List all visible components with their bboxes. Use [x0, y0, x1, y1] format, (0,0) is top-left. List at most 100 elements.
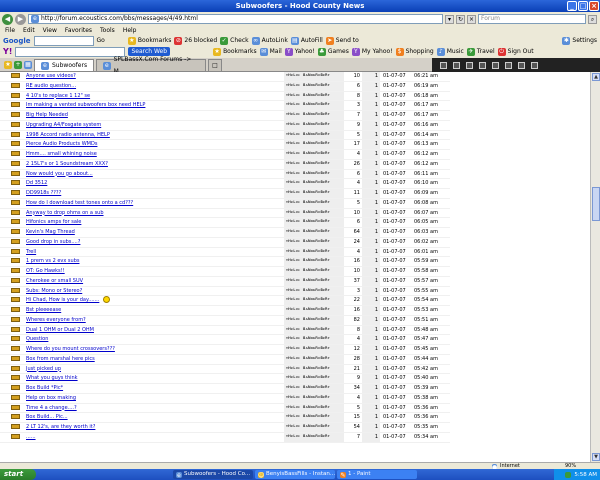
yahoo-bookmarks[interactable]: ★ Bookmarks: [213, 47, 257, 56]
tab-subwoofers[interactable]: e Subwoofers: [34, 59, 95, 71]
task-subwoofers[interactable]: e Subwoofers - Hood Co...: [173, 470, 253, 479]
tools-menu-icon[interactable]: [492, 61, 499, 69]
research-icon[interactable]: [518, 61, 525, 69]
minimize-button[interactable]: _: [567, 1, 577, 11]
thread-title-link[interactable]: RE audio question...: [26, 83, 76, 89]
thread-title-link[interactable]: Question: [26, 336, 48, 342]
add-favorite-icon[interactable]: +: [14, 61, 22, 69]
google-bookmarks[interactable]: ★ Bookmarks: [127, 36, 171, 45]
window-title-bar[interactable]: Subwoofers - Hood County News _ □ ×: [0, 0, 600, 12]
favorites-star-icon[interactable]: ★: [4, 61, 12, 69]
yahoo-sign-out[interactable]: ⏻ Sign Out: [497, 47, 534, 56]
thread-title-link[interactable]: Trell: [26, 249, 36, 255]
thread-title-link[interactable]: Where do you mount crossovers???: [26, 346, 115, 352]
home-icon[interactable]: [440, 61, 447, 69]
thread-title-link[interactable]: ......: [26, 434, 36, 440]
scroll-down-arrow[interactable]: ▼: [592, 453, 600, 461]
yahoo-travel[interactable]: ✈ Travel: [466, 47, 495, 56]
refresh-icon[interactable]: ↻: [456, 14, 465, 24]
thread-title-link[interactable]: OT: Go Hawks!!: [26, 268, 65, 274]
thread-title-link[interactable]: Dd 3512: [26, 180, 47, 186]
autofill[interactable]: ▤ AutoFill: [290, 36, 323, 45]
menu-view[interactable]: View: [43, 27, 57, 34]
page-menu-icon[interactable]: [479, 61, 486, 69]
popup-blocker[interactable]: ⊘ 26 blocked: [174, 36, 217, 45]
close-button[interactable]: ×: [589, 1, 599, 11]
thread-title-link[interactable]: Box Build... Pic...: [26, 414, 68, 420]
yahoo-music[interactable]: ♪ Music: [436, 47, 464, 56]
dropdown-arrow-icon[interactable]: ▾: [445, 14, 454, 24]
my-yahoo[interactable]: Y My Yahoo!: [351, 47, 393, 56]
live-search-input[interactable]: Forum: [478, 14, 586, 24]
thread-title-link[interactable]: Just picked up: [26, 366, 61, 372]
messenger-icon[interactable]: [531, 61, 538, 69]
spell-check[interactable]: ✓ Check: [220, 36, 249, 45]
google-search-input[interactable]: [33, 35, 94, 46]
vertical-scrollbar[interactable]: ▲ ▼: [590, 72, 600, 462]
stop-icon[interactable]: ×: [467, 14, 476, 24]
scroll-thumb[interactable]: [592, 187, 600, 221]
scroll-up-arrow[interactable]: ▲: [592, 73, 600, 81]
yahoo-shopping[interactable]: $ Shopping: [395, 47, 434, 56]
thread-title-link[interactable]: Time 4 a change....?: [26, 405, 77, 411]
back-button[interactable]: ◀: [2, 13, 13, 25]
thread-title-link[interactable]: Anyone use videos?: [26, 73, 76, 79]
thread-title-link[interactable]: 4 10's to replace 1 12" se: [26, 93, 90, 99]
thread-title-link[interactable]: 2 15L7's or 1 Soundstream XXX?: [26, 161, 108, 167]
yahoo-search-input[interactable]: [15, 46, 126, 57]
feeds-icon[interactable]: [453, 61, 460, 69]
thread-title-link[interactable]: 1998 Accord radio antenna, HELP: [26, 132, 110, 138]
thread-title-link[interactable]: Wheres everyone from?: [26, 317, 86, 323]
thread-title-link[interactable]: 1 prem vs 2 evx subs: [26, 258, 80, 264]
thread-title-link[interactable]: Now would you go about...: [26, 171, 93, 177]
start-button[interactable]: start: [0, 469, 36, 480]
google-settings[interactable]: ✱ Settings: [562, 36, 597, 45]
tab-splbassx[interactable]: e SPLBassX.Com Forums -> M...: [96, 56, 207, 75]
google-go-button[interactable]: Go: [97, 37, 105, 44]
url-field[interactable]: e http://forum.ecoustics.com/bbs/message…: [28, 14, 443, 24]
yahoo-games[interactable]: ♣ Games: [317, 47, 349, 56]
thread-title-link[interactable]: How do I download test tones onto a cd??…: [26, 200, 133, 206]
send-to[interactable]: ➤ Send to: [325, 36, 359, 45]
thread-title-link[interactable]: Bst pleeeease: [26, 307, 61, 313]
yahoo-home[interactable]: Y Yahoo!: [284, 47, 315, 56]
thread-row: Hi Chad, How is your day....... ᴛʜᴜʟᴏᴄ ʙᴀ…: [0, 295, 450, 306]
thread-title-link[interactable]: Im making a vented subwoofers box need H…: [26, 102, 145, 108]
thread-title-link[interactable]: Hmm.... small whining noise: [26, 151, 97, 157]
thread-title-link[interactable]: Kevin's Mag Thread: [26, 229, 75, 235]
menu-tools[interactable]: Tools: [100, 27, 115, 34]
thread-title-link[interactable]: 2 LT 12's, are they worth it?: [26, 424, 95, 430]
menu-edit[interactable]: Edit: [23, 27, 35, 34]
thread-title-link[interactable]: Box from marshal here pics: [26, 356, 95, 362]
autolink[interactable]: ∞ AutoLink: [251, 36, 288, 45]
thread-date: 01-07-07: [380, 334, 414, 345]
thread-title-link[interactable]: Hifonics amps for sale: [26, 219, 81, 225]
thread-title-link[interactable]: Anyway to drop ohms on a sub: [26, 210, 104, 216]
thread-title-link[interactable]: Good drop in subs....?: [26, 239, 80, 245]
print-icon[interactable]: [466, 61, 473, 69]
thread-title-link[interactable]: Upgrading A4/Fosgate system: [26, 122, 101, 128]
thread-title-link[interactable]: Pierce Audio Products WMDs: [26, 141, 97, 147]
thread-title-link[interactable]: Subs: Mono or Stereo?: [26, 288, 82, 294]
forward-button[interactable]: ▶: [15, 13, 26, 25]
thread-title-link[interactable]: Cherokee or small SUV: [26, 278, 83, 284]
menu-help[interactable]: Help: [123, 27, 137, 34]
thread-title-link[interactable]: Dual 1 OHM or Dual 2 OHM: [26, 327, 94, 333]
new-tab-button[interactable]: □: [208, 59, 222, 71]
thread-title-link[interactable]: Box Build *Pic*: [26, 385, 63, 391]
search-icon[interactable]: ⌕: [588, 14, 597, 24]
menu-favorites[interactable]: Favorites: [65, 27, 92, 34]
menu-file[interactable]: File: [5, 27, 15, 34]
tab-list-icon[interactable]: ▦: [24, 61, 32, 69]
thread-title-link[interactable]: Help on box making: [26, 395, 76, 401]
thread-title-link[interactable]: DD9918s ????: [26, 190, 61, 196]
maximize-button[interactable]: □: [578, 1, 588, 11]
thread-title-link[interactable]: Big Help Needed: [26, 112, 68, 118]
yahoo-mail[interactable]: ✉ Mail: [259, 47, 282, 56]
thread-title-link[interactable]: What you guys think: [26, 375, 78, 381]
thread-title-link[interactable]: Hi Chad, How is your day.......: [26, 297, 99, 303]
help-icon[interactable]: [505, 61, 512, 69]
task-instant-message[interactable]: ☺ BenyisBassFills - Instan...: [255, 470, 335, 479]
task-paint[interactable]: ✎ 1 - Paint: [337, 470, 417, 479]
tray-icon[interactable]: [565, 471, 572, 478]
